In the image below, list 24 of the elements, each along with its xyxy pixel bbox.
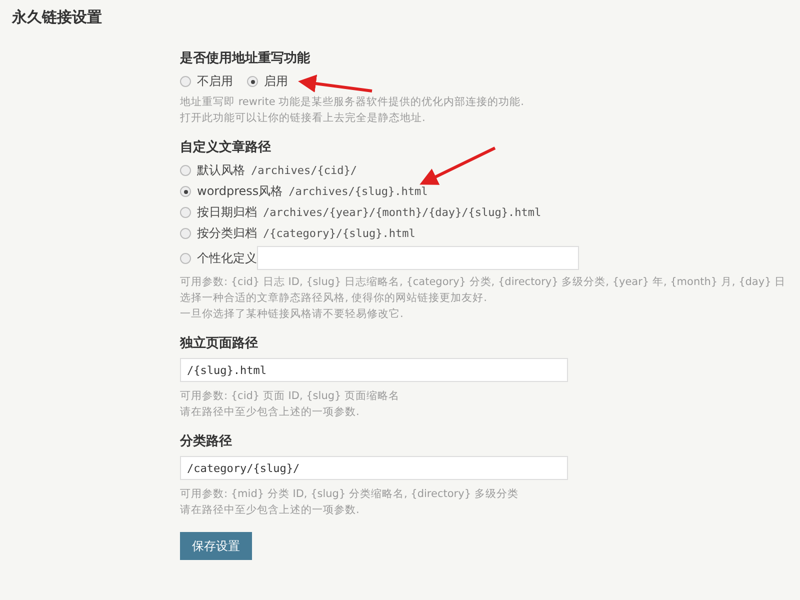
custom-path-field[interactable] — [257, 246, 579, 270]
category-path-field[interactable]: /category/{slug}/ — [180, 456, 568, 480]
save-button[interactable]: 保存设置 — [180, 532, 252, 560]
help-text: 请在路径中至少包含上述的一项参数. — [180, 405, 360, 420]
help-text: 可用参数: {cid} 页面 ID, {slug} 页面缩略名 — [180, 389, 401, 404]
radio-option[interactable]: 启用 — [247, 73, 288, 90]
section-title: 是否使用地址重写功能 — [180, 50, 311, 67]
section-title: 自定义文章路径 — [180, 138, 272, 156]
radio-option[interactable]: 不启用 — [180, 73, 233, 90]
radio-option[interactable]: 默认风格 /archives/{cid}/ — [180, 162, 357, 179]
help-text: 地址重写即 rewrite 功能是某些服务器软件提供的优化内部连接的功能. — [180, 95, 525, 110]
page-path-field[interactable]: /{slug}.html — [180, 358, 568, 382]
help-text: 选择一种合适的文章静态路径风格, 使得你的网站链接更加友好. — [180, 291, 488, 306]
radio-option[interactable]: 按日期归档 /archives/{year}/{month}/{day}/{slug}.html — [180, 204, 542, 221]
help-text: 请在路径中至少包含上述的一项参数. — [180, 503, 360, 518]
page-title: 永久链接设置 — [12, 8, 103, 27]
help-text: 打开此功能可以让你的链接看上去完全是静态地址. — [180, 111, 426, 126]
section-title: 独立页面路径 — [180, 334, 259, 352]
radio-option[interactable]: 个性化定义 — [180, 250, 257, 266]
help-text: 可用参数: {mid} 分类 ID, {slug} 分类缩略名, {directory} 多级分类 — [180, 487, 520, 502]
radio-option[interactable]: wordpress风格 /archives/{slug}.html — [180, 183, 428, 200]
section-title: 分类路径 — [180, 433, 233, 450]
help-text: 一旦你选择了某种链接风格请不要轻易修改它. — [180, 307, 404, 322]
radio-option[interactable]: 按分类归档 /{category}/{slug}.html — [180, 225, 416, 242]
